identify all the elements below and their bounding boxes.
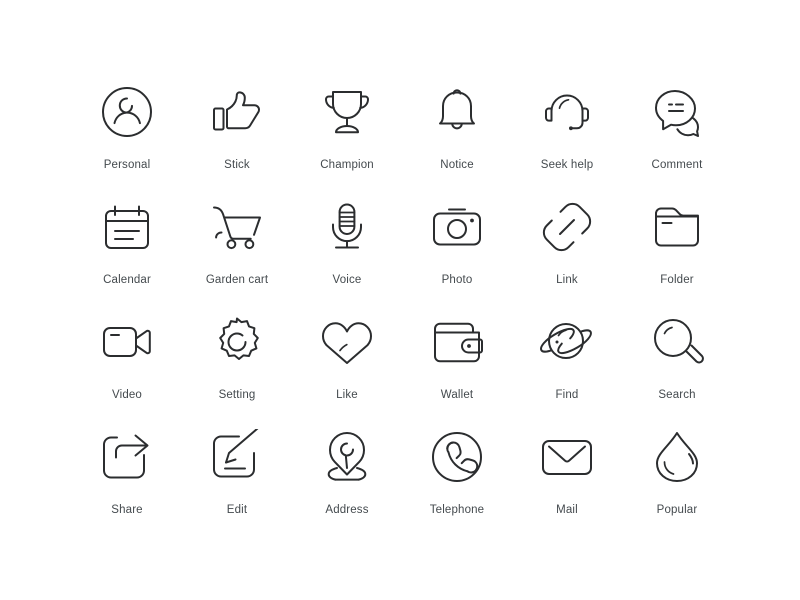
icon-cell-address[interactable]: Address xyxy=(292,411,402,526)
icon-label: Personal xyxy=(103,159,151,171)
share-arrow-icon[interactable] xyxy=(99,429,155,485)
icon-cell-personal[interactable]: Personal xyxy=(72,66,182,181)
icon-grid: Personal Stick Champion Notice Seek help… xyxy=(72,66,732,526)
icon-cell-search[interactable]: Search xyxy=(622,296,732,411)
icon-label: Seek help xyxy=(540,159,594,171)
icon-label: Notice xyxy=(440,159,474,171)
icon-label: Calendar xyxy=(103,274,151,286)
icon-cell-notice[interactable]: Notice xyxy=(402,66,512,181)
shopping-cart-icon[interactable] xyxy=(209,199,265,255)
icon-cell-garden-cart[interactable]: Garden cart xyxy=(182,181,292,296)
wallet-icon[interactable] xyxy=(429,314,485,370)
magnifier-icon[interactable] xyxy=(649,314,705,370)
icon-label: Wallet xyxy=(440,389,474,401)
icon-cell-calendar[interactable]: Calendar xyxy=(72,181,182,296)
icon-sheet: Personal Stick Champion Notice Seek help… xyxy=(0,0,800,600)
icon-cell-edit[interactable]: Edit xyxy=(182,411,292,526)
envelope-icon[interactable] xyxy=(539,429,595,485)
icon-label: Champion xyxy=(320,159,374,171)
icon-cell-share[interactable]: Share xyxy=(72,411,182,526)
phone-circle-icon[interactable] xyxy=(429,429,485,485)
icon-cell-video[interactable]: Video xyxy=(72,296,182,411)
icon-label: Search xyxy=(658,389,696,401)
icon-cell-champion[interactable]: Champion xyxy=(292,66,402,181)
icon-label: Folder xyxy=(660,274,694,286)
icon-cell-comment[interactable]: Comment xyxy=(622,66,732,181)
icon-cell-mail[interactable]: Mail xyxy=(512,411,622,526)
icon-cell-wallet[interactable]: Wallet xyxy=(402,296,512,411)
heart-icon[interactable] xyxy=(319,314,375,370)
planet-icon[interactable] xyxy=(539,314,595,370)
icon-cell-stick[interactable]: Stick xyxy=(182,66,292,181)
icon-cell-find[interactable]: Find xyxy=(512,296,622,411)
icon-label: Photo xyxy=(441,274,473,286)
icon-label: Garden cart xyxy=(205,274,269,286)
icon-label: Mail xyxy=(556,504,578,516)
thumbs-up-icon[interactable] xyxy=(209,84,265,140)
icon-label: Like xyxy=(336,389,358,401)
calendar-icon[interactable] xyxy=(99,199,155,255)
icon-label: Comment xyxy=(651,159,703,171)
trophy-icon[interactable] xyxy=(319,84,375,140)
icon-cell-like[interactable]: Like xyxy=(292,296,402,411)
icon-label: Address xyxy=(325,504,369,516)
icon-cell-link[interactable]: Link xyxy=(512,181,622,296)
icon-label: Voice xyxy=(332,274,362,286)
icon-cell-voice[interactable]: Voice xyxy=(292,181,402,296)
pencil-square-icon[interactable] xyxy=(209,429,265,485)
icon-label: Edit xyxy=(226,504,248,516)
icon-label: Link xyxy=(556,274,578,286)
icon-cell-photo[interactable]: Photo xyxy=(402,181,512,296)
icon-label: Find xyxy=(555,389,579,401)
map-pin-icon[interactable] xyxy=(319,429,375,485)
chain-link-icon[interactable] xyxy=(539,199,595,255)
headset-icon[interactable] xyxy=(539,84,595,140)
bell-icon[interactable] xyxy=(429,84,485,140)
icon-label: Setting xyxy=(218,389,256,401)
video-camera-icon[interactable] xyxy=(99,314,155,370)
microphone-icon[interactable] xyxy=(319,199,375,255)
folder-icon[interactable] xyxy=(649,199,705,255)
icon-label: Telephone xyxy=(429,504,485,516)
icon-cell-setting[interactable]: Setting xyxy=(182,296,292,411)
icon-label: Share xyxy=(111,504,143,516)
icon-cell-folder[interactable]: Folder xyxy=(622,181,732,296)
icon-cell-telephone[interactable]: Telephone xyxy=(402,411,512,526)
icon-cell-popular[interactable]: Popular xyxy=(622,411,732,526)
icon-cell-seek-help[interactable]: Seek help xyxy=(512,66,622,181)
icon-label: Stick xyxy=(224,159,250,171)
camera-icon[interactable] xyxy=(429,199,485,255)
gear-icon[interactable] xyxy=(209,314,265,370)
speech-bubble-icon[interactable] xyxy=(649,84,705,140)
flame-drop-icon[interactable] xyxy=(649,429,705,485)
icon-label: Video xyxy=(112,389,142,401)
user-circle-icon[interactable] xyxy=(99,84,155,140)
icon-label: Popular xyxy=(656,504,698,516)
